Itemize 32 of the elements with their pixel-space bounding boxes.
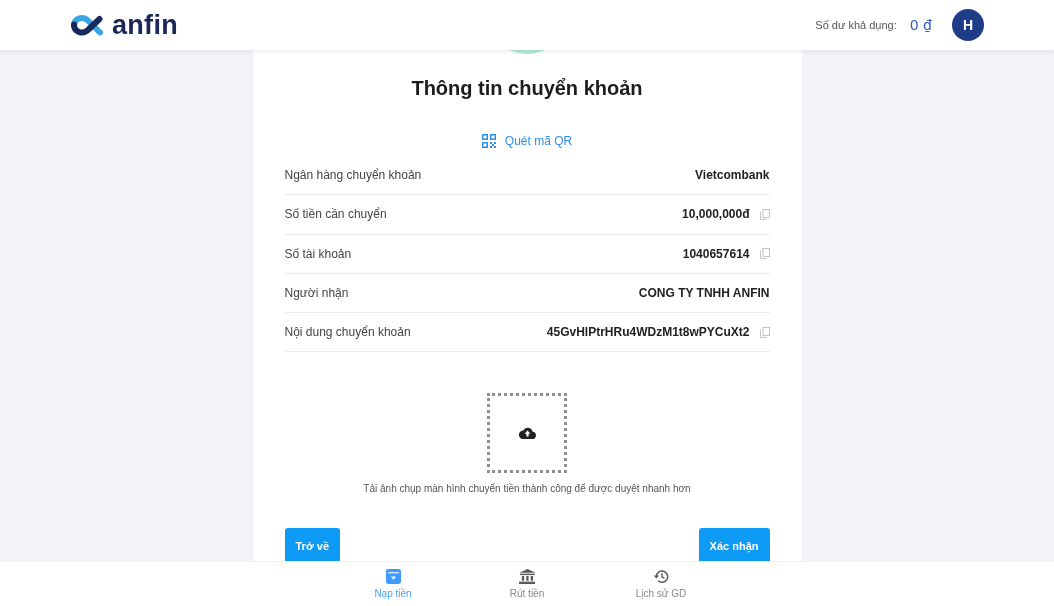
upload-hint: Tải ảnh chụp màn hình chuyển tiền thành công để được duyệt nhanh hơn bbox=[363, 482, 691, 496]
cloud-upload-icon bbox=[518, 427, 536, 440]
detail-label: Ngân hàng chuyển khoản bbox=[284, 168, 422, 183]
copy-icon[interactable] bbox=[759, 248, 770, 260]
qr-code-icon bbox=[481, 134, 496, 148]
detail-label: Người nhận bbox=[284, 285, 349, 300]
logo-icon bbox=[69, 13, 105, 37]
nav-tab[interactable]: Rút tiền bbox=[460, 562, 594, 606]
upload-dropzone[interactable] bbox=[487, 393, 567, 474]
balance-label: Số dư khả dụng: bbox=[815, 19, 897, 31]
balance-link[interactable]: 0 ₫ bbox=[909, 17, 932, 33]
nav-tab[interactable]: Lịch sử GD bbox=[594, 562, 728, 606]
detail-value: CONG TY TNHH ANFIN bbox=[638, 285, 770, 300]
detail-label: Số tiền cần chuyển bbox=[284, 207, 387, 222]
copy-icon[interactable] bbox=[759, 326, 770, 338]
nav-tab[interactable]: Nạp tiền bbox=[326, 562, 460, 606]
detail-label: Nội dung chuyển khoản bbox=[284, 325, 411, 340]
inbox-download-icon bbox=[385, 569, 401, 584]
bank-icon bbox=[518, 569, 536, 584]
user-avatar[interactable]: H bbox=[952, 9, 984, 41]
back-button[interactable]: Trở về bbox=[284, 528, 340, 561]
logo-text: anfin bbox=[112, 10, 178, 40]
detail-value: Vietcombank bbox=[695, 168, 770, 183]
history-clock-icon bbox=[653, 569, 669, 584]
detail-value: 10,000,000đ bbox=[682, 207, 750, 222]
page-title: Thông tin chuyển khoản bbox=[411, 76, 643, 100]
copy-icon[interactable] bbox=[759, 208, 770, 220]
detail-value: 1040657614 bbox=[682, 246, 750, 261]
detail-label: Số tài khoản bbox=[284, 246, 352, 261]
qr-link[interactable]: Quét mã QR bbox=[481, 133, 573, 149]
confirm-button[interactable]: Xác nhận bbox=[698, 528, 770, 561]
detail-value: 45GvHlPtrHRu4WDzM1t8wPYCuXt2 bbox=[546, 325, 750, 340]
